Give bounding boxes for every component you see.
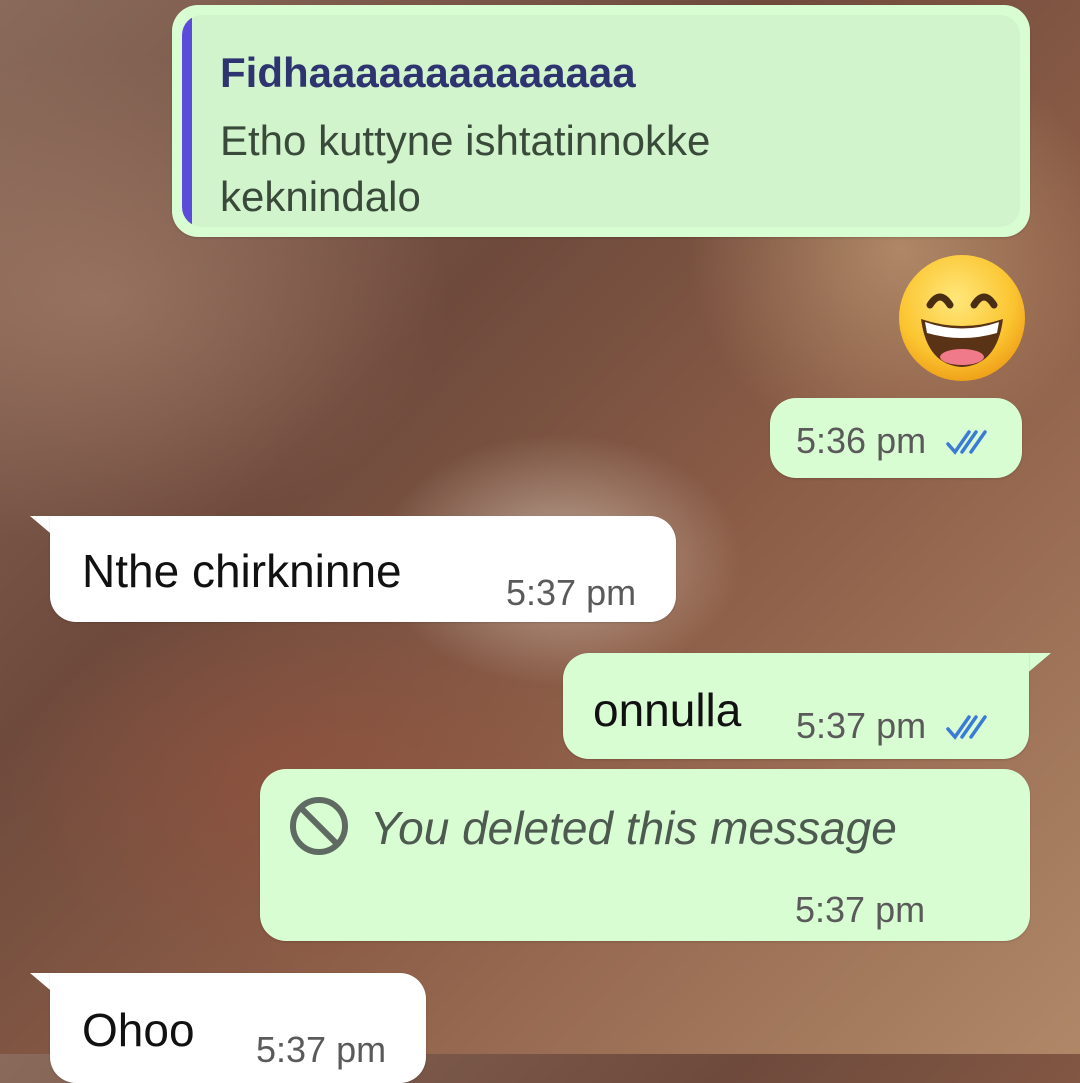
message-time: 5:37 pm — [506, 572, 637, 613]
quoted-message[interactable]: Fidhaaaaaaaaaaaaaa Etho kuttyne ishtatin… — [182, 15, 1020, 227]
quoted-author: Fidhaaaaaaaaaaaaaa — [220, 49, 636, 96]
reply-message-bubble[interactable]: Fidhaaaaaaaaaaaaaa Etho kuttyne ishtatin… — [172, 5, 1030, 237]
message-time: 5:37 pm — [256, 1029, 387, 1070]
quoted-text: Etho kuttyne ishtatinnokke keknindalo — [220, 117, 711, 220]
deleted-message-text: You deleted this message — [370, 802, 897, 854]
message-time: 5:36 pm — [796, 420, 927, 461]
chat-area: Fidhaaaaaaaaaaaaaa Etho kuttyne ishtatin… — [0, 0, 1080, 1083]
message-time: 5:37 pm — [796, 705, 927, 746]
incoming-message-bubble[interactable]: Ohoo 5:37 pm — [50, 973, 426, 1083]
read-receipt-icon — [946, 430, 987, 456]
grinning-face-emoji[interactable] — [897, 253, 1027, 383]
message-text: onnulla — [593, 684, 742, 736]
quote-accent-bar — [182, 15, 192, 227]
deleted-message-bubble[interactable]: You deleted this message 5:37 pm — [260, 769, 1030, 941]
incoming-message-bubble[interactable]: Nthe chirkninne 5:37 pm — [50, 516, 676, 622]
message-text: Nthe chirkninne — [82, 545, 402, 597]
outgoing-message-bubble[interactable]: onnulla 5:37 pm — [563, 653, 1029, 759]
message-text: Ohoo — [82, 1004, 195, 1056]
emoji-timestamp-bubble: 5:36 pm — [770, 398, 1022, 478]
message-time: 5:37 pm — [795, 889, 926, 930]
read-receipt-icon — [946, 715, 987, 741]
prohibited-icon — [290, 797, 348, 855]
